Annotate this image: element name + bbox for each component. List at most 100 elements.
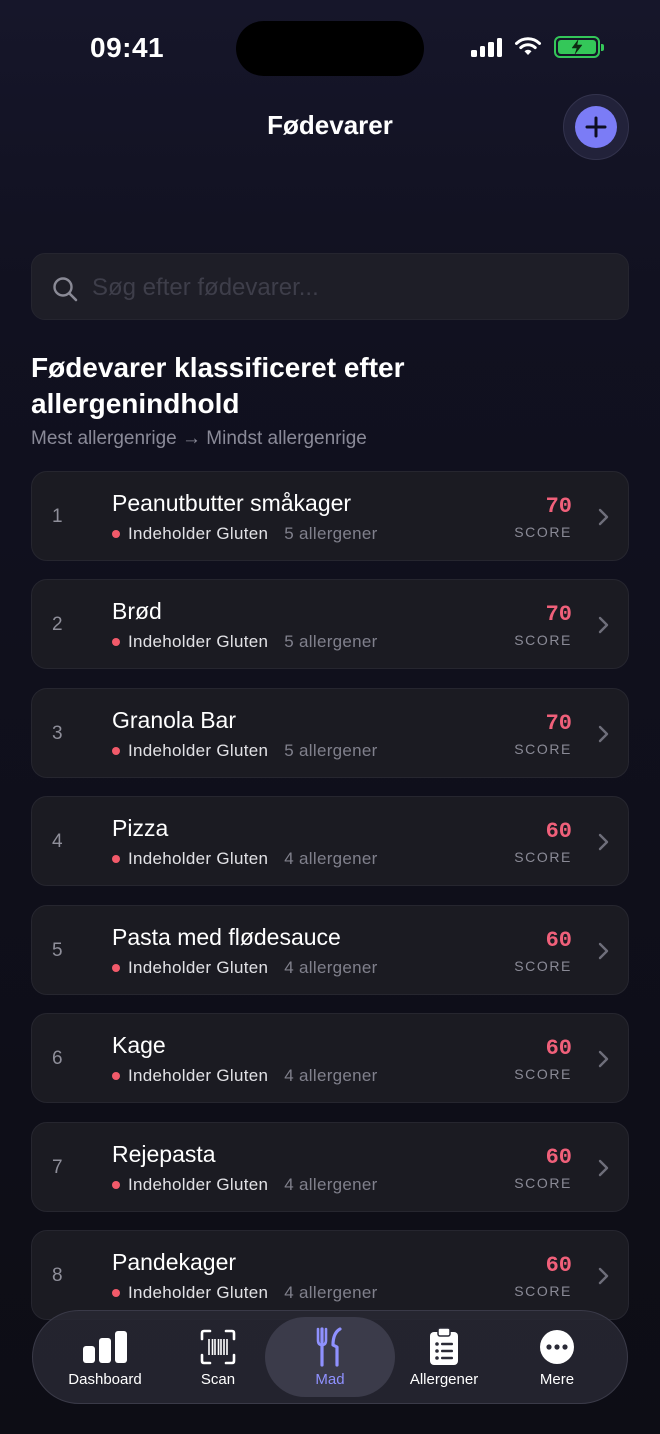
clipboard-list-icon <box>428 1327 460 1367</box>
score-value: 60 <box>545 1036 572 1061</box>
allergen-tag: Indeholder Gluten <box>128 741 269 760</box>
food-name: Pandekager <box>112 1249 237 1275</box>
plus-icon <box>575 106 617 148</box>
food-row[interactable]: 8 Pandekager Indeholder Gluten 4 allergen… <box>31 1230 629 1320</box>
rank-number: 8 <box>52 1265 63 1286</box>
rank-number: 5 <box>52 940 63 961</box>
cellular-signal-icon <box>471 37 502 57</box>
rank-number: 2 <box>52 614 63 635</box>
food-row[interactable]: 7 Rejepasta Indeholder Gluten 4 allergene… <box>31 1122 629 1212</box>
allergen-count: 4 allergener <box>284 958 378 977</box>
tab-label: Dashboard <box>68 1371 142 1388</box>
rank-number: 6 <box>52 1048 63 1069</box>
chevron-right-icon <box>598 1050 609 1068</box>
allergen-tag: Indeholder Gluten <box>128 632 269 651</box>
score-value: 70 <box>545 602 572 627</box>
food-row[interactable]: 2 Brød Indeholder Gluten 5 allergener 70 … <box>31 579 629 669</box>
allergen-dot-icon <box>112 1181 120 1189</box>
tab-dashboard[interactable]: Dashboard <box>47 1311 163 1405</box>
food-row[interactable]: 6 Kage Indeholder Gluten 4 allergener 60 … <box>31 1013 629 1103</box>
tab-mere[interactable]: Mere <box>499 1311 615 1405</box>
tab-bar: Dashboard Scan Mad Allergener Mere <box>32 1310 628 1404</box>
allergen-tag: Indeholder Gluten <box>128 524 269 543</box>
rank-number: 4 <box>52 831 63 852</box>
tab-scan[interactable]: Scan <box>160 1311 276 1405</box>
add-food-button[interactable] <box>563 94 629 160</box>
score-label: SCORE <box>514 849 572 865</box>
rank-number: 7 <box>52 1157 63 1178</box>
more-dots-icon <box>539 1327 575 1367</box>
chevron-right-icon <box>598 508 609 526</box>
tab-label: Scan <box>200 1371 236 1388</box>
score-label: SCORE <box>514 524 572 540</box>
allergen-count: 4 allergener <box>284 1175 378 1194</box>
score-value: 60 <box>545 819 572 844</box>
allergen-dot-icon <box>112 638 120 646</box>
food-row[interactable]: 3 Granola Bar Indeholder Gluten 5 allerge… <box>31 688 629 778</box>
dynamic-island <box>236 21 424 76</box>
food-row[interactable]: 4 Pizza Indeholder Gluten 4 allergener 60… <box>31 796 629 886</box>
search-icon <box>53 277 78 302</box>
rank-number: 1 <box>52 506 63 527</box>
tab-mad[interactable]: Mad <box>265 1317 395 1397</box>
chevron-right-icon <box>598 725 609 743</box>
score-value: 70 <box>545 711 572 736</box>
search-bar[interactable] <box>31 253 629 321</box>
chevron-right-icon <box>598 833 609 851</box>
allergen-count: 4 allergener <box>284 849 378 868</box>
page-title: Fødevarer <box>267 110 393 140</box>
allergen-tag: Indeholder Gluten <box>128 1175 269 1194</box>
search-input[interactable] <box>92 254 612 321</box>
score-label: SCORE <box>514 958 572 974</box>
allergen-tag: Indeholder Gluten <box>128 958 269 977</box>
status-icons <box>471 36 604 58</box>
status-time: 09:41 <box>90 32 165 63</box>
food-name: Kage <box>112 1032 166 1058</box>
section-subtitle: Mest allergenrige → Mindst allergenrige <box>31 428 367 449</box>
tab-label: Allergener <box>409 1371 479 1388</box>
score-value: 70 <box>545 494 572 519</box>
section-title: Fødevarer klassificeret efter allergenin… <box>31 352 405 419</box>
allergen-tag: Indeholder Gluten <box>128 849 269 868</box>
allergen-tag: Indeholder Gluten <box>128 1066 269 1085</box>
chevron-right-icon <box>598 616 609 634</box>
rank-number: 3 <box>52 723 63 744</box>
allergen-count: 4 allergener <box>284 1283 378 1302</box>
allergen-tag: Indeholder Gluten <box>128 1283 269 1302</box>
fork-knife-icon <box>315 1327 345 1367</box>
score-label: SCORE <box>514 1066 572 1082</box>
food-name: Pasta med flødesauce <box>112 924 341 950</box>
food-name: Rejepasta <box>112 1141 216 1167</box>
allergen-count: 4 allergener <box>284 1066 378 1085</box>
allergen-dot-icon <box>112 747 120 755</box>
chevron-right-icon <box>598 942 609 960</box>
food-name: Brød <box>112 598 162 624</box>
food-row[interactable]: 5 Pasta med flødesauce Indeholder Gluten… <box>31 905 629 995</box>
allergen-count: 5 allergener <box>284 632 378 651</box>
allergen-dot-icon <box>112 530 120 538</box>
allergen-dot-icon <box>112 964 120 972</box>
score-value: 60 <box>545 1145 572 1170</box>
score-label: SCORE <box>514 1283 572 1299</box>
chevron-right-icon <box>598 1267 609 1285</box>
allergen-dot-icon <box>112 1289 120 1297</box>
food-name: Pizza <box>112 815 169 841</box>
allergen-count: 5 allergener <box>284 741 378 760</box>
allergen-dot-icon <box>112 1072 120 1080</box>
score-value: 60 <box>545 928 572 953</box>
barcode-scan-icon <box>200 1327 236 1367</box>
allergen-dot-icon <box>112 855 120 863</box>
tab-label: Mad <box>315 1371 345 1388</box>
tab-label: Mere <box>539 1371 575 1388</box>
chevron-right-icon <box>598 1159 609 1177</box>
bar-chart-icon <box>82 1327 128 1367</box>
food-row[interactable]: 1 Peanutbutter småkager Indeholder Glute… <box>31 471 629 561</box>
score-label: SCORE <box>514 1175 572 1191</box>
food-name: Peanutbutter småkager <box>112 490 352 516</box>
tab-allergener[interactable]: Allergener <box>386 1311 502 1405</box>
score-label: SCORE <box>514 632 572 648</box>
battery-icon <box>554 36 604 58</box>
score-label: SCORE <box>514 741 572 757</box>
status-bar: 09:41 <box>0 0 660 96</box>
wifi-icon <box>515 37 541 55</box>
